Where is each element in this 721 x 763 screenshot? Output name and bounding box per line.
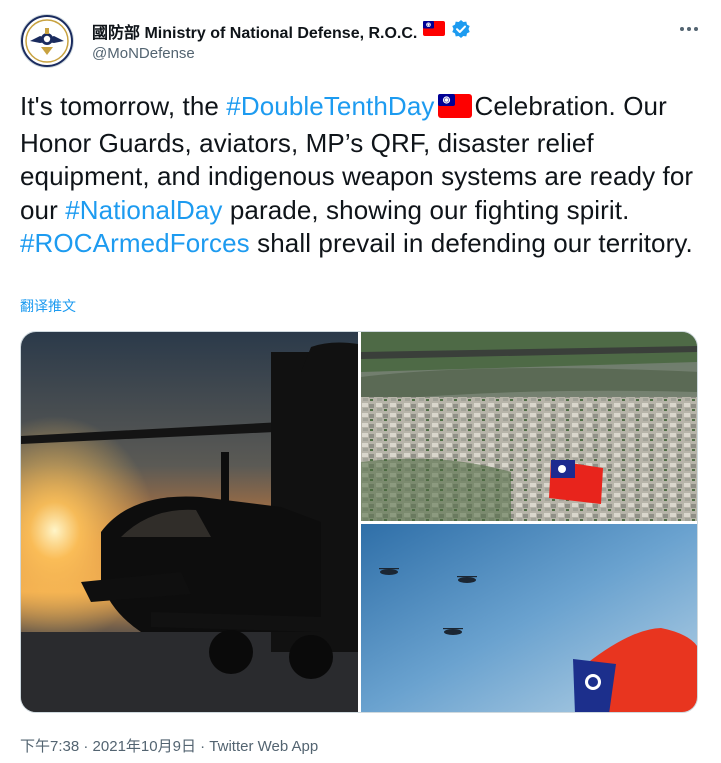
hashtag-doubletenthday[interactable]: #DoubleTenthDay: [226, 91, 434, 121]
hashtag-nationalday[interactable]: #NationalDay: [65, 195, 222, 225]
translate-tweet-link[interactable]: 翻译推文: [20, 296, 76, 316]
avatar[interactable]: [20, 14, 74, 68]
tweet-header: 國防部 Ministry of National Defense, R.O.C.…: [20, 14, 700, 70]
tweet-date[interactable]: 2021年10月9日: [93, 738, 196, 755]
photo-flag-over-city[interactable]: [361, 332, 697, 521]
photo-apache-helicopter-sunset[interactable]: [21, 332, 358, 712]
taiwan-flag-icon: [423, 21, 446, 41]
meta-separator: ·: [79, 738, 93, 755]
ministry-emblem-icon: [21, 15, 73, 67]
display-name[interactable]: 國防部 Ministry of National Defense, R.O.C.: [92, 19, 417, 43]
tweet-source[interactable]: Twitter Web App: [209, 738, 318, 755]
verified-badge-icon: [451, 19, 471, 44]
account-handle[interactable]: @MoNDefense: [92, 45, 471, 62]
hashtag-rocarmedforces[interactable]: #ROCArmedForces: [20, 228, 250, 258]
more-options-icon[interactable]: [678, 20, 700, 38]
tweet-text-segment: It's tomorrow, the: [20, 91, 227, 121]
tweet-time[interactable]: 下午7:38: [20, 738, 79, 755]
tweet-text-segment: parade, showing our fighting spirit.: [222, 194, 630, 225]
photo-helicopters-and-flag[interactable]: [361, 524, 697, 712]
meta-separator: ·: [195, 738, 210, 755]
taiwan-flag-icon: [438, 93, 473, 127]
media-grid: [20, 331, 698, 713]
tweet-text-segment: shall prevail in defending our territory…: [249, 228, 693, 258]
tweet-text: It's tomorrow, the #DoubleTenthDay Celeb…: [20, 90, 710, 261]
tweet-meta: 下午7:38 · 2021年10月9日 · Twitter Web App: [20, 735, 318, 756]
